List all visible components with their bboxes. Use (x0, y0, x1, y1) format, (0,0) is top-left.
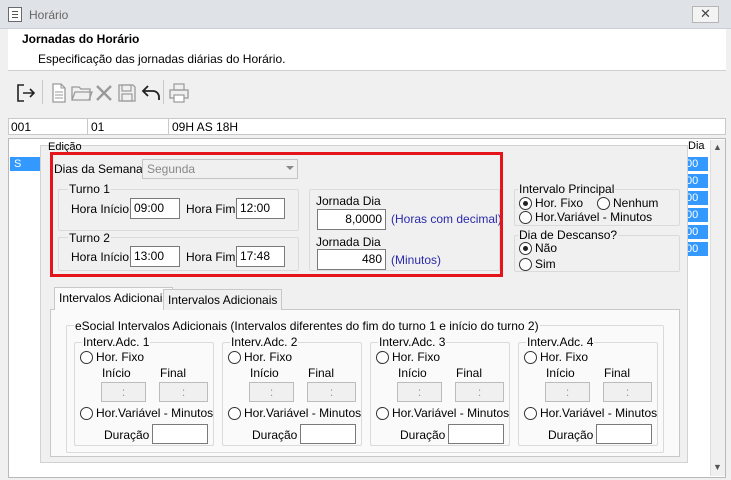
esocial-label: eSocial Intervalos Adicionais (Intervalo… (74, 319, 540, 333)
interval-variavel-label-1: Hor.Variável - Minutos (96, 406, 214, 420)
interval-label-3: Interv.Adc. 3 (378, 335, 447, 349)
save-icon[interactable] (115, 81, 139, 105)
tab-intervalos-adicionais-2[interactable]: Intervalos Adicionais (163, 289, 283, 310)
interval-final-label-1: Final (160, 366, 187, 380)
new-document-icon[interactable] (47, 81, 71, 105)
grid-selected-cell[interactable]: S (10, 157, 40, 171)
interval-inicio-field-4[interactable]: : (545, 382, 590, 402)
record-code: 001 (11, 120, 32, 134)
interval-final-field-4[interactable]: : (603, 382, 652, 402)
interval-fixo-label-2: Hor. Fixo (244, 350, 293, 364)
toolbar-separator (163, 80, 164, 104)
intervalo-fixo-label: Hor. Fixo (535, 196, 584, 210)
interval-final-label-2: Final (308, 366, 335, 380)
interval-fixo-radio-3[interactable] (376, 351, 389, 364)
interval-duracao-label-1: Duração (104, 428, 150, 442)
undo-icon[interactable] (139, 81, 163, 105)
interval-variavel-label-2: Hor.Variável - Minutos (244, 406, 362, 420)
dia-descanso-label: Dia de Descanso? (518, 228, 619, 242)
intervalo-fixo-radio[interactable] (519, 197, 532, 210)
exit-icon[interactable] (14, 81, 38, 105)
interval-label-4: Interv.Adc. 4 (526, 335, 595, 349)
interval-fixo-radio-1[interactable] (80, 351, 93, 364)
interval-fixo-radio-4[interactable] (524, 351, 537, 364)
interval-final-label-3: Final (456, 366, 483, 380)
grid-column-header: Dia (688, 140, 705, 152)
scroll-down-icon[interactable]: ▼ (713, 462, 722, 472)
intervalo-nenhum-radio[interactable] (597, 197, 610, 210)
interval-inicio-field-2[interactable]: : (249, 382, 294, 402)
header: Jornadas do Horário Especificação das jo… (8, 29, 726, 71)
interval-variavel-label-3: Hor.Variável - Minutos (392, 406, 510, 420)
record-divider (87, 118, 88, 135)
intervalo-variavel-radio[interactable] (519, 211, 532, 224)
print-icon[interactable] (167, 81, 191, 105)
interval-inicio-field-1[interactable]: : (101, 382, 146, 402)
descanso-sim-radio[interactable] (519, 258, 532, 271)
toolbar-separator (42, 80, 43, 104)
record-description: 09H AS 18H (172, 120, 239, 134)
interval-variavel-radio-4[interactable] (524, 407, 537, 420)
interval-fixo-label-3: Hor. Fixo (392, 350, 441, 364)
interval-variavel-radio-3[interactable] (376, 407, 389, 420)
interval-fixo-label-4: Hor. Fixo (540, 350, 589, 364)
intervalo-variavel-label: Hor.Variável - Minutos (535, 210, 653, 224)
interval-final-field-2[interactable]: : (307, 382, 356, 402)
interval-variavel-label-4: Hor.Variável - Minutos (540, 406, 658, 420)
tab-intervalos-adicionais[interactable]: Intervalos Adicionais (54, 287, 174, 310)
interval-inicio-field-3[interactable]: : (397, 382, 442, 402)
descanso-nao-radio[interactable] (519, 242, 532, 255)
interval-inicio-label-3: Início (398, 366, 427, 380)
window-title: Horário (29, 8, 69, 22)
highlight-box (50, 152, 503, 277)
interval-inicio-label-1: Início (102, 366, 131, 380)
page-subtitle: Especificação das jornadas diárias do Ho… (38, 52, 286, 66)
interval-duracao-field-4[interactable] (596, 424, 652, 444)
scroll-up-icon[interactable]: ▲ (713, 142, 722, 152)
document-icon (8, 7, 22, 22)
page-title: Jornadas do Horário (22, 32, 140, 46)
vertical-scrollbar[interactable]: ▲ ▼ (710, 140, 725, 476)
interval-variavel-radio-1[interactable] (80, 407, 93, 420)
interval-fixo-label-1: Hor. Fixo (96, 350, 145, 364)
interval-final-label-4: Final (604, 366, 631, 380)
open-folder-icon[interactable] (70, 81, 94, 105)
record-bar (8, 118, 726, 135)
interval-variavel-radio-2[interactable] (228, 407, 241, 420)
interval-label-2: Interv.Adc. 2 (230, 335, 299, 349)
interval-duracao-label-4: Duração (548, 428, 594, 442)
intervalo-nenhum-label: Nenhum (613, 196, 659, 210)
interval-fixo-radio-2[interactable] (228, 351, 241, 364)
window-titlebar (0, 0, 731, 29)
intervalo-principal-label: Intervalo Principal (518, 182, 616, 196)
interval-final-field-3[interactable]: : (455, 382, 504, 402)
interval-inicio-label-2: Início (250, 366, 279, 380)
interval-inicio-label-4: Início (546, 366, 575, 380)
interval-duracao-field-1[interactable] (152, 424, 208, 444)
interval-label-1: Interv.Adc. 1 (82, 335, 151, 349)
interval-duracao-field-2[interactable] (300, 424, 356, 444)
record-divider (168, 118, 169, 135)
interval-duracao-label-2: Duração (252, 428, 298, 442)
delete-icon[interactable] (92, 81, 116, 105)
interval-duracao-field-3[interactable] (448, 424, 504, 444)
descanso-nao-label: Não (535, 241, 558, 255)
descanso-sim-label: Sim (535, 257, 556, 271)
interval-final-field-1[interactable]: : (159, 382, 208, 402)
interval-duracao-label-3: Duração (400, 428, 446, 442)
close-button[interactable]: ✕ (692, 6, 719, 23)
record-number: 01 (91, 120, 105, 134)
